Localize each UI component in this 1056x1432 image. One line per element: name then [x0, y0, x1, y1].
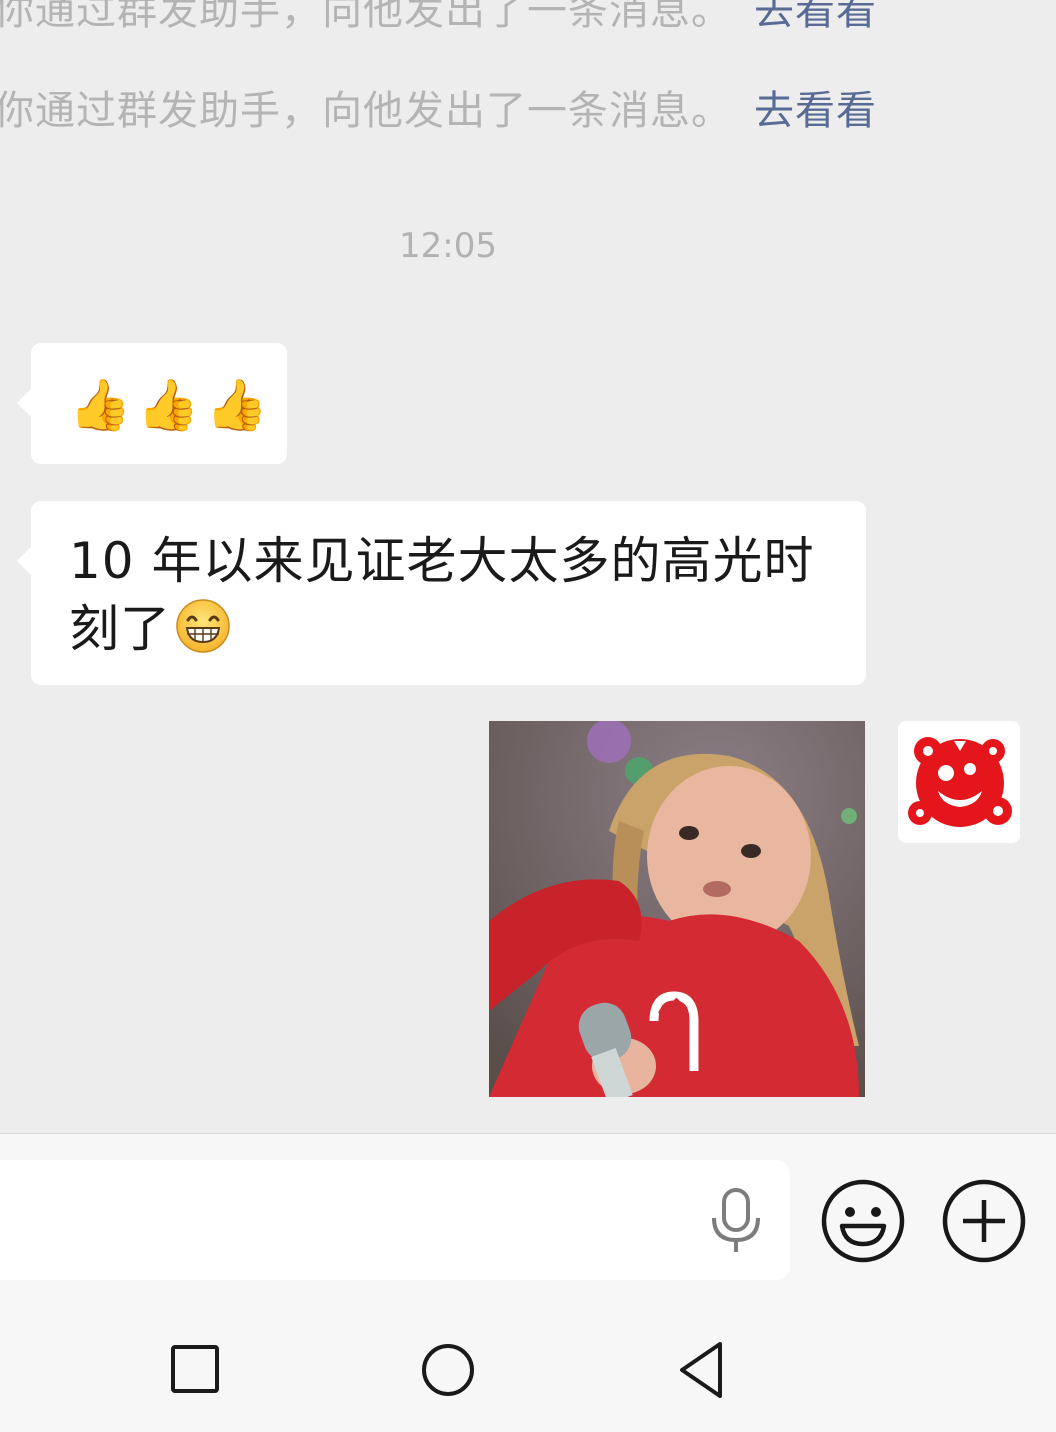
incoming-message-bubble[interactable]: 10 年以来见证老大太多的高光时刻了 — [17, 501, 866, 685]
system-nav-bar — [0, 1284, 1056, 1432]
system-notice: 你通过群发助手，向他发出了一条消息。 去看看 — [0, 78, 877, 136]
sticker-illustration — [489, 721, 865, 1097]
thumbs-up-icon: 👍👍👍 — [69, 376, 274, 434]
incoming-message-bubble[interactable]: 👍👍👍 — [17, 343, 287, 464]
go-see-link[interactable]: 去看看 — [754, 0, 877, 34]
recents-square-icon[interactable] — [170, 1344, 222, 1396]
microphone-icon[interactable] — [710, 1188, 762, 1254]
grinning-face-icon — [176, 599, 230, 653]
emoji-icon[interactable] — [820, 1178, 906, 1264]
message-text: 10 年以来见证老大太多的高光时刻了 — [69, 527, 836, 663]
back-triangle-icon[interactable] — [676, 1340, 728, 1400]
notice-text: 你通过群发助手，向他发出了一条消息。 — [0, 88, 732, 134]
paper-cut-avatar-icon — [898, 721, 1020, 843]
notice-text: 你通过群发助手，向他发出了一条消息。 — [0, 0, 732, 34]
go-see-link[interactable]: 去看看 — [754, 88, 877, 134]
sticker-image[interactable] — [489, 721, 865, 1097]
message-input[interactable] — [0, 1160, 790, 1280]
home-circle-icon[interactable] — [420, 1342, 476, 1398]
system-notice: 你通过群发助手，向他发出了一条消息。 去看看 — [0, 0, 877, 36]
message-timestamp: 12:05 — [399, 226, 497, 266]
avatar[interactable] — [898, 721, 1020, 843]
plus-icon[interactable] — [941, 1178, 1027, 1264]
